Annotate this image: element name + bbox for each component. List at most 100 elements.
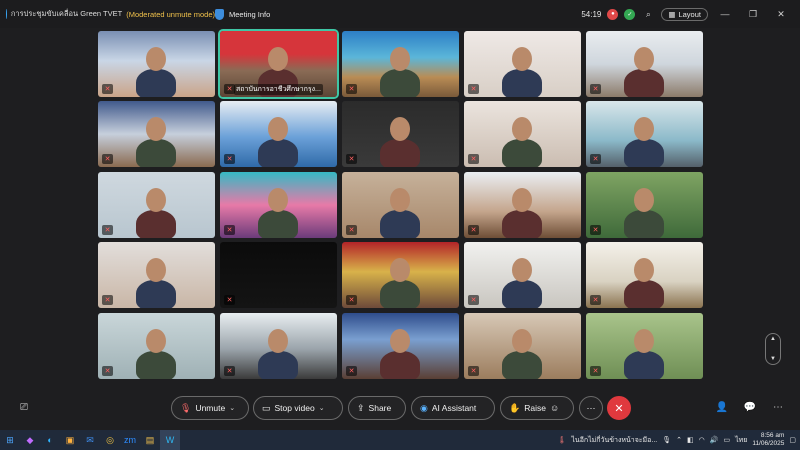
participant-video-tile[interactable]: ✕ (342, 242, 459, 308)
participant-video-tile[interactable]: ✕ (586, 242, 703, 308)
layout-grid-icon: ▦ (668, 9, 676, 19)
mic-muted-icon: ✕ (590, 295, 601, 305)
webex-tray-icon[interactable]: ◧ (687, 436, 694, 444)
participant-head (634, 117, 654, 141)
clock-time: 8:56 am (760, 432, 785, 439)
participant-video-tile[interactable]: ✕ (342, 101, 459, 167)
restore-icon[interactable]: ❐ (742, 9, 764, 20)
volume-icon[interactable]: 🔊 (710, 436, 719, 444)
recording-icon[interactable]: ● (607, 8, 619, 20)
layout-button[interactable]: ▦ Layout (661, 7, 708, 21)
participant-video-tile[interactable]: ✕ (342, 172, 459, 238)
store-icon[interactable]: ▣ (60, 430, 80, 450)
mic-muted-icon: ✕ (346, 154, 357, 164)
edge-icon[interactable]: ◐ (40, 430, 60, 450)
mic-muted-icon: 🎙 (180, 402, 192, 413)
participant-head (146, 329, 166, 353)
more-panels-icon[interactable]: ⋯ (771, 402, 785, 416)
share-button[interactable]: ⇪ Share (348, 396, 406, 420)
unmute-button[interactable]: 🎙 Unmute ⌄ (171, 396, 249, 420)
meeting-info-button[interactable]: Meeting Info (215, 8, 270, 20)
windows-start-icon[interactable]: ⊞ (0, 430, 20, 450)
participant-video-tile[interactable]: ✕ (220, 242, 337, 308)
participant-video-tile[interactable]: ✕ สถาบันการอาชีวศึกษากรุง... (218, 29, 339, 99)
participant-video-tile[interactable]: ✕ (464, 101, 581, 167)
participant-video-tile[interactable]: ✕ (220, 313, 337, 379)
participant-video-tile[interactable]: ✕ (586, 172, 703, 238)
search-icon[interactable]: ⌕ (641, 9, 655, 20)
participant-video-tile[interactable]: ✕ (98, 31, 215, 97)
copilot-icon[interactable]: ◆ (20, 430, 40, 450)
participant-video-tile[interactable]: ✕ (220, 101, 337, 167)
captions-icon[interactable]: ⎚ (17, 402, 31, 416)
more-options-button[interactable]: ⋯ (579, 396, 603, 420)
notifications-icon[interactable]: ▢ (789, 436, 796, 444)
battery-icon[interactable]: ▭ (723, 436, 730, 444)
participant-head (512, 258, 532, 282)
participant-head (390, 117, 410, 141)
file-explorer-icon[interactable]: ▤ (140, 430, 160, 450)
wifi-icon[interactable]: ◠ (699, 436, 705, 444)
ai-assistant-button[interactable]: ◉ AI Assistant (411, 396, 495, 420)
windows-taskbar: ⊞ ◆ ◐ ▣ ✉ ◎ zm ▤ W 🌡 ไนอีกไม่กี่วันข้างห… (0, 430, 800, 450)
participant-video-tile[interactable]: ✕ (586, 31, 703, 97)
participant-silhouette (502, 351, 542, 379)
participant-video-tile[interactable]: ✕ (98, 313, 215, 379)
raise-label: Raise (524, 403, 546, 413)
chrome-icon[interactable]: ◎ (100, 430, 120, 450)
outlook-icon[interactable]: ✉ (80, 430, 100, 450)
participant-head (390, 258, 410, 282)
participant-silhouette (136, 139, 176, 167)
close-icon[interactable]: ✕ (770, 9, 792, 20)
mic-icon[interactable]: 🎙 (662, 436, 671, 444)
mic-muted-icon: ✕ (102, 295, 113, 305)
participant-video-tile[interactable]: ✕ (586, 101, 703, 167)
chat-icon[interactable]: 💬 (743, 402, 757, 416)
tray-expand-icon[interactable]: ⌃ (676, 436, 682, 444)
participant-video-tile[interactable]: ✕ (98, 242, 215, 308)
participants-icon[interactable]: 👤 (715, 402, 729, 416)
participant-head (634, 188, 654, 212)
participant-video-tile[interactable]: ✕ (586, 313, 703, 379)
secure-icon[interactable]: ✓ (624, 8, 636, 20)
participant-video-tile[interactable]: ✕ (98, 172, 215, 238)
participant-head (268, 47, 288, 71)
participant-video-tile[interactable]: ✕ (464, 172, 581, 238)
stop-video-button[interactable]: ▭ Stop video ⌄ (253, 396, 343, 420)
chevron-down-icon[interactable]: ⌄ (319, 404, 325, 412)
grid-pager[interactable]: ▲ ▼ (765, 333, 781, 365)
participant-video-tile[interactable]: ✕ (342, 31, 459, 97)
mic-muted-icon: ✕ (346, 366, 357, 376)
layout-label: Layout (678, 9, 701, 19)
zoom-icon[interactable]: zm (120, 430, 140, 450)
leave-meeting-button[interactable]: ✕ (607, 396, 631, 420)
mic-muted-icon: ✕ (224, 154, 235, 164)
weather-notification[interactable]: ไนอีกไม่กี่วันข้างหน้าจะมีอ... (571, 435, 657, 446)
ai-assistant-label: AI Assistant (431, 403, 477, 413)
participant-head (390, 329, 410, 353)
participant-video-tile[interactable]: ✕ (464, 313, 581, 379)
participant-video-tile[interactable]: ✕ (464, 31, 581, 97)
participant-silhouette (136, 351, 176, 379)
language-indicator[interactable]: ไทย (735, 435, 747, 446)
chevron-down-icon[interactable]: ▼ (770, 356, 776, 362)
participant-video-tile[interactable]: ✕ (220, 172, 337, 238)
mic-muted-icon: ✕ (346, 84, 357, 94)
participant-video-tile[interactable]: ✕ (98, 101, 215, 167)
participant-video-tile[interactable]: ✕ (464, 242, 581, 308)
raise-hand-button[interactable]: ✋ Raise ☺ (500, 396, 574, 420)
webex-logo-icon (6, 9, 7, 19)
participant-head (512, 117, 532, 141)
chevron-up-icon[interactable]: ▲ (770, 336, 776, 342)
webex-taskbar-icon[interactable]: W (160, 430, 180, 450)
clock[interactable]: 8:56 am 11/06/2025 (752, 432, 784, 448)
minimize-icon[interactable]: — (714, 9, 736, 19)
chevron-down-icon[interactable]: ⌄ (229, 404, 235, 412)
participant-video-tile[interactable]: ✕ (342, 313, 459, 379)
mic-muted-icon: ✕ (468, 225, 479, 235)
participant-name: สถาบันการอาชีวศึกษากรุง... (234, 84, 323, 95)
participant-silhouette (624, 139, 664, 167)
reactions-icon[interactable]: ☺ (550, 403, 559, 413)
participant-video-feed (220, 242, 337, 308)
shield-icon (215, 8, 224, 20)
